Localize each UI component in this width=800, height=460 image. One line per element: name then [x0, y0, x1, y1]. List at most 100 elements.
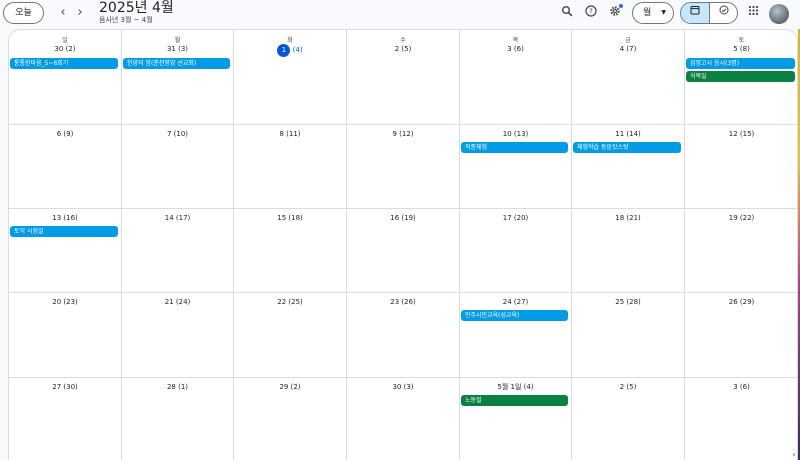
- day-number[interactable]: 30 (3): [347, 382, 459, 392]
- calendar-event[interactable]: 민주시민교육(성교육): [461, 310, 568, 321]
- date-label: 31: [166, 45, 176, 53]
- day-number[interactable]: 3 (6): [685, 382, 797, 392]
- day-cell[interactable]: 10 (13): [460, 125, 572, 209]
- day-number[interactable]: 6 (9): [9, 129, 121, 139]
- day-number[interactable]: 19 (22): [685, 213, 797, 223]
- day-number[interactable]: 24 (27): [460, 297, 571, 307]
- calendar-event[interactable]: 식목일: [686, 71, 795, 82]
- tasks-view-icon[interactable]: [710, 3, 737, 23]
- day-cell[interactable]: 일 30 (2): [9, 30, 122, 125]
- calendar-event[interactable]: 통통한마음_5~6회기: [10, 58, 118, 69]
- day-number[interactable]: 12 (15): [685, 129, 797, 139]
- lunar-subtitle: 음사년 3월 ~ 4월: [99, 16, 153, 24]
- day-number[interactable]: 15 (18): [234, 213, 346, 223]
- date-label: 12: [728, 130, 738, 138]
- calendar-event[interactable]: 체험학습 동암캇스탓: [573, 142, 681, 153]
- day-cell[interactable]: 27 (30): [9, 378, 122, 460]
- day-cell[interactable]: 3 (6): [685, 378, 797, 460]
- day-cell[interactable]: 16 (19): [347, 209, 460, 293]
- day-cell[interactable]: 24 (27): [460, 293, 572, 378]
- calendar-event[interactable]: 토익 시험일: [10, 226, 118, 237]
- day-number[interactable]: 22 (25): [234, 297, 346, 307]
- chevron-left-small-icon[interactable]: ‹: [789, 450, 799, 460]
- day-number[interactable]: 3 (6): [460, 44, 571, 54]
- day-number[interactable]: 20 (23): [9, 297, 121, 307]
- day-number[interactable]: 10 (13): [460, 129, 571, 139]
- day-number[interactable]: 18 (21): [572, 213, 684, 223]
- day-number[interactable]: 30 (2): [9, 44, 121, 54]
- day-number[interactable]: 23 (26): [347, 297, 459, 307]
- date-label: 10: [502, 130, 512, 138]
- day-number[interactable]: 27 (30): [9, 382, 121, 392]
- day-cell[interactable]: 7 (10): [122, 125, 234, 209]
- day-number[interactable]: 31 (3): [122, 44, 233, 54]
- day-cell[interactable]: 23 (26): [347, 293, 460, 378]
- day-cell[interactable]: 26 (29): [685, 293, 797, 378]
- day-cell[interactable]: 15 (18): [234, 209, 347, 293]
- day-cell[interactable]: 수2 (5): [347, 30, 460, 125]
- day-cell[interactable]: 9 (12): [347, 125, 460, 209]
- avatar[interactable]: [769, 4, 789, 24]
- day-number[interactable]: 17 (20): [460, 213, 571, 223]
- day-cell[interactable]: 28 (1): [122, 378, 234, 460]
- day-number[interactable]: 8 (11): [234, 129, 346, 139]
- lunar-date-label: (8): [739, 45, 750, 53]
- day-cell[interactable]: 14 (17): [122, 209, 234, 293]
- day-cell[interactable]: 11 (14): [572, 125, 685, 209]
- day-cell[interactable]: 30 (3): [347, 378, 460, 460]
- help-icon[interactable]: ?: [582, 4, 600, 22]
- day-number[interactable]: 4 (7): [572, 44, 684, 54]
- day-cell[interactable]: 12 (15): [685, 125, 797, 209]
- day-cell[interactable]: 월 31 (3): [122, 30, 234, 125]
- day-number[interactable]: 26 (29): [685, 297, 797, 307]
- day-number[interactable]: 5 (8): [685, 44, 797, 54]
- chevron-left-icon[interactable]: ‹: [54, 4, 72, 22]
- day-number[interactable]: 13 (16): [9, 213, 121, 223]
- day-number[interactable]: 9 (12): [347, 129, 459, 139]
- calendar-event[interactable]: 직종체험: [461, 142, 568, 153]
- day-cell[interactable]: 22 (25): [234, 293, 347, 378]
- day-cell[interactable]: 17 (20): [460, 209, 572, 293]
- lunar-date-label: (21): [626, 214, 641, 222]
- day-cell[interactable]: 금4 (7): [572, 30, 685, 125]
- day-cell[interactable]: 5월 1일 (4): [460, 378, 572, 460]
- calendar-view-icon[interactable]: [681, 3, 710, 23]
- day-cell[interactable]: 2 (5): [572, 378, 685, 460]
- apps-grid-icon[interactable]: [744, 4, 762, 22]
- day-number[interactable]: 5월 1일 (4): [460, 382, 571, 392]
- day-cell[interactable]: 6 (9): [9, 125, 122, 209]
- day-number[interactable]: 14 (17): [122, 213, 233, 223]
- day-number[interactable]: 28 (1): [122, 382, 233, 392]
- day-cell[interactable]: 18 (21): [572, 209, 685, 293]
- day-cell[interactable]: 29 (2): [234, 378, 347, 460]
- day-cell[interactable]: 화1 (4): [234, 30, 347, 125]
- day-number[interactable]: 21 (24): [122, 297, 233, 307]
- day-number[interactable]: 11 (14): [572, 129, 684, 139]
- lunar-date-label: (17): [175, 214, 191, 222]
- day-cell[interactable]: 25 (28): [572, 293, 685, 378]
- day-number[interactable]: 25 (28): [572, 297, 684, 307]
- calendar-event[interactable]: 노동절: [461, 395, 568, 406]
- day-number[interactable]: 1 (4): [234, 44, 346, 57]
- day-number[interactable]: 29 (2): [234, 382, 346, 392]
- day-cell[interactable]: 21 (24): [122, 293, 234, 378]
- view-select[interactable]: 월 ▼: [632, 2, 674, 24]
- day-number[interactable]: 16 (19): [347, 213, 459, 223]
- calendar-event[interactable]: 검정고시 응시(3명): [686, 58, 795, 69]
- calendar-event[interactable]: 한양의 밤(춘천향양 선교회): [123, 58, 230, 69]
- today-button[interactable]: 오늘: [3, 2, 44, 24]
- day-cell[interactable]: 20 (23): [9, 293, 122, 378]
- view-select-label: 월: [643, 8, 652, 18]
- day-number[interactable]: 2 (5): [572, 382, 684, 392]
- lunar-date-label: (30): [63, 383, 78, 391]
- day-cell[interactable]: 19 (22): [685, 209, 797, 293]
- day-cell[interactable]: 13 (16): [9, 209, 122, 293]
- chevron-right-icon[interactable]: ›: [71, 4, 89, 22]
- search-icon[interactable]: [558, 4, 576, 22]
- day-number[interactable]: 2 (5): [347, 44, 459, 54]
- month-grid: 일 30 (2) 월 31 (3) 화 1 (4) 수 2 (5) 목 3 (6) 금 4 (7) 토 5…: [8, 29, 798, 460]
- day-cell[interactable]: 8 (11): [234, 125, 347, 209]
- day-number[interactable]: 7 (10): [122, 129, 233, 139]
- day-cell[interactable]: 목3 (6): [460, 30, 572, 125]
- date-label: 11: [615, 130, 625, 138]
